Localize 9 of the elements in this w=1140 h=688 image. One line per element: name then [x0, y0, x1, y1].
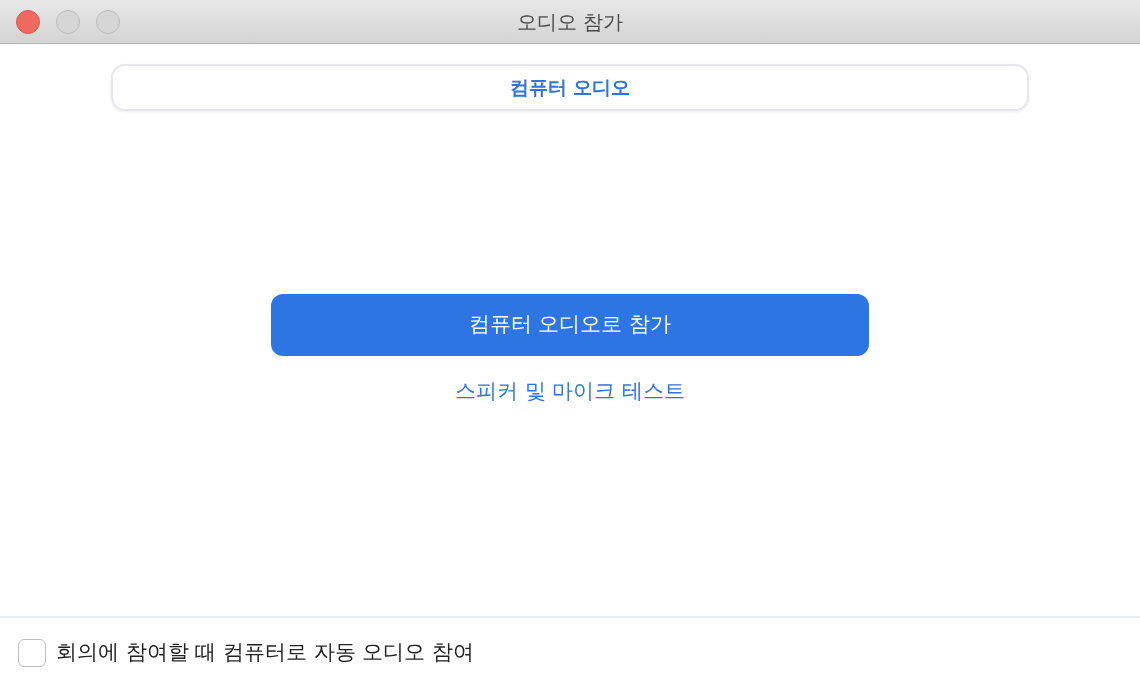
close-icon[interactable]	[16, 10, 40, 34]
join-audio-button[interactable]: 컴퓨터 오디오로 참가	[271, 294, 869, 356]
maximize-icon[interactable]	[96, 10, 120, 34]
auto-join-checkbox[interactable]	[18, 639, 46, 667]
window-title: 오디오 참가	[516, 8, 624, 36]
minimize-icon[interactable]	[56, 10, 80, 34]
checkbox-label: 회의에 참여할 때 컴퓨터로 자동 오디오 참여	[56, 639, 475, 667]
tab[interactable]: 컴퓨터 오디오	[113, 66, 1027, 109]
test-speaker-link[interactable]: 스피커 및 마이크 테스트	[455, 376, 685, 408]
